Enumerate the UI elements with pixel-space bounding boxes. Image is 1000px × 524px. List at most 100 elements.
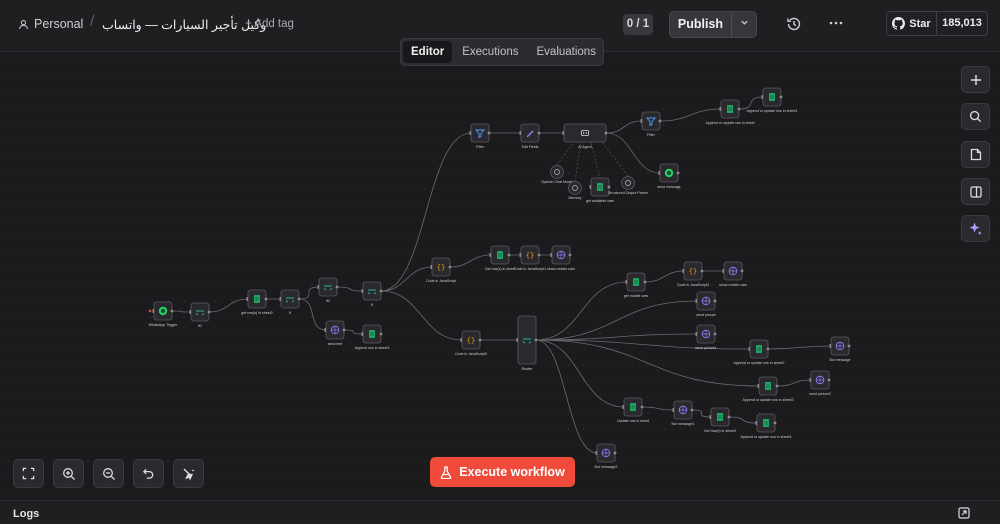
node-body[interactable]: [190, 302, 210, 322]
workflow-node[interactable]: Memory: [568, 181, 582, 201]
input-handle[interactable]: [761, 95, 764, 99]
sub-node-body[interactable]: [550, 165, 564, 179]
input-handle[interactable]: [317, 285, 320, 289]
workflow-node[interactable]: If1: [189, 302, 211, 328]
output-handle[interactable]: [604, 131, 608, 135]
tab-executions[interactable]: Executions: [454, 41, 526, 63]
workflow-node[interactable]: show mobile cars: [547, 245, 575, 271]
output-handle[interactable]: [775, 384, 779, 388]
connection-edge[interactable]: [767, 345, 832, 350]
workflow-node[interactable]: {} Code in JavaScript1: [514, 245, 546, 271]
connection-edge[interactable]: [380, 266, 433, 292]
input-handle[interactable]: [550, 253, 553, 257]
workflow-node[interactable]: Append row in sheet3: [355, 324, 390, 350]
node-body[interactable]: [362, 281, 382, 301]
connection-edge[interactable]: [659, 108, 722, 122]
output-handle[interactable]: [737, 107, 741, 111]
input-handle[interactable]: [640, 119, 643, 123]
output-handle[interactable]: [507, 253, 511, 257]
connection-edge[interactable]: [380, 290, 463, 341]
workflow-node[interactable]: {} Code in JavaScript2: [455, 330, 487, 356]
expand-logs-icon[interactable]: [958, 507, 970, 519]
workflow-node[interactable]: Filter: [640, 111, 662, 137]
output-handle[interactable]: [713, 332, 717, 336]
tab-evaluations[interactable]: Evaluations: [529, 41, 604, 63]
workflow-node[interactable]: show mobile cars: [719, 261, 747, 287]
sticky-note-button[interactable]: [961, 141, 990, 168]
input-handle[interactable]: [672, 408, 675, 412]
workflow-node[interactable]: Structured Output Parser: [608, 176, 649, 196]
connection-edge[interactable]: [535, 339, 625, 408]
connection-edge[interactable]: [343, 329, 364, 335]
add-tag-button[interactable]: + Add tag: [245, 18, 294, 30]
node-body[interactable]: [280, 289, 300, 309]
connection-edge[interactable]: [776, 379, 812, 387]
connection-edge[interactable]: [535, 281, 628, 341]
search-nodes-button[interactable]: [961, 103, 990, 130]
input-handle[interactable]: [755, 421, 758, 425]
connection-edge[interactable]: [171, 310, 192, 313]
input-handle[interactable]: [516, 338, 519, 342]
output-handle[interactable]: [658, 119, 662, 123]
connection-edge[interactable]: [738, 96, 764, 110]
tidy-up-button[interactable]: [173, 459, 204, 488]
output-handle[interactable]: [676, 171, 680, 175]
connection-edge[interactable]: [535, 339, 760, 387]
add-node-button[interactable]: [961, 66, 990, 93]
output-handle[interactable]: [264, 297, 268, 301]
logs-panel[interactable]: Logs: [0, 500, 1000, 524]
workflow-node[interactable]: Speech Chat Model: [541, 165, 573, 185]
publish-dropdown-button[interactable]: [732, 12, 756, 37]
workflow-node[interactable]: Append or update row in sheet1: [747, 87, 798, 113]
sub-node-body[interactable]: [621, 176, 635, 190]
sub-node-body[interactable]: [568, 181, 582, 195]
input-handle[interactable]: [589, 185, 592, 189]
workflow-node[interactable]: Bot message2: [595, 443, 618, 469]
fit-view-button[interactable]: [13, 459, 44, 488]
input-handle[interactable]: [722, 269, 725, 273]
connection-edge[interactable]: [298, 298, 327, 331]
input-handle[interactable]: [279, 297, 282, 301]
input-handle[interactable]: [519, 253, 522, 257]
input-handle[interactable]: [658, 171, 661, 175]
project-breadcrumb[interactable]: Personal: [18, 17, 83, 31]
input-handle[interactable]: [469, 131, 472, 135]
output-handle[interactable]: [335, 285, 339, 289]
workflow-node[interactable]: {} Code in JavaScript: [426, 257, 456, 283]
workflow-node[interactable]: Router: [516, 315, 538, 371]
ai-assistant-button[interactable]: [961, 215, 990, 242]
output-handle[interactable]: [766, 347, 770, 351]
output-handle[interactable]: [448, 265, 452, 269]
input-handle[interactable]: [709, 415, 712, 419]
workflow-node[interactable]: get row(s) in sheet2: [241, 289, 273, 315]
publish-button[interactable]: Publish: [670, 12, 732, 37]
workflow-node[interactable]: Append or update row in sheet4: [741, 413, 792, 439]
output-handle[interactable]: [487, 131, 491, 135]
input-handle[interactable]: [829, 344, 832, 348]
connection-edge[interactable]: [336, 286, 364, 292]
input-handle[interactable]: [562, 131, 565, 135]
connection-edge[interactable]: [641, 406, 675, 411]
history-button[interactable]: [785, 15, 803, 33]
execute-workflow-button[interactable]: Execute workflow: [430, 457, 575, 487]
output-handle[interactable]: [773, 421, 777, 425]
input-handle[interactable]: [625, 280, 628, 284]
workflow-canvas[interactable]: WhatsApp Trigger If1 get row(s) in sheet2 I…: [0, 53, 1000, 500]
toggle-panel-button[interactable]: [961, 178, 990, 205]
workflow-node[interactable]: Get row(s) in sheet3: [704, 407, 736, 433]
connection-edge[interactable]: [535, 339, 598, 454]
input-handle[interactable]: [460, 338, 463, 342]
input-handle[interactable]: [682, 269, 685, 273]
output-handle[interactable]: [537, 131, 541, 135]
input-handle[interactable]: [748, 347, 751, 351]
input-handle[interactable]: [189, 310, 192, 314]
workflow-name[interactable]: وكيل تأجير السيارات — واتساب: [102, 17, 266, 32]
input-handle[interactable]: [809, 378, 812, 382]
more-options-button[interactable]: [828, 13, 844, 36]
connection-edge[interactable]: [535, 333, 698, 341]
input-handle[interactable]: [519, 131, 522, 135]
output-handle[interactable]: [640, 405, 644, 409]
input-handle[interactable]: [361, 332, 364, 336]
zoom-in-button[interactable]: [53, 459, 84, 488]
workflow-node[interactable]: Filter: [469, 123, 491, 149]
